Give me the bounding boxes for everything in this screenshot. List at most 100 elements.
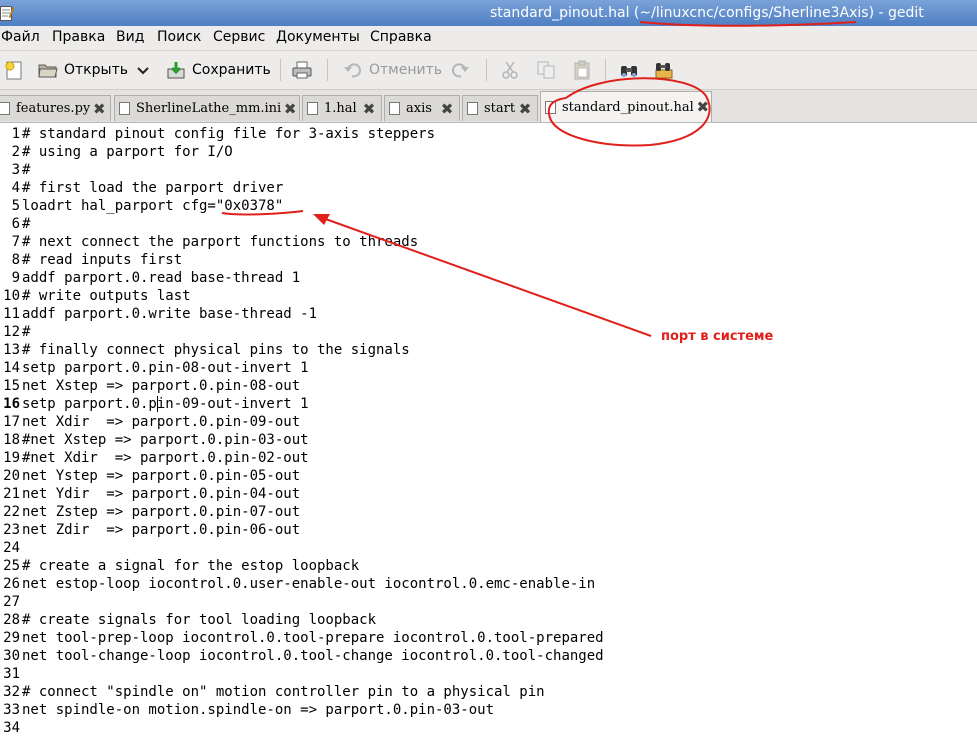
editor-line[interactable]: 23 net Zdir => parport.0.pin-06-out [0,521,977,539]
code-text[interactable]: # connect "spindle on" motion controller… [22,683,545,701]
code-text[interactable]: net spindle-on motion.spindle-on => parp… [22,701,494,719]
code-text[interactable]: loadrt hal_parport cfg="0x0378" [22,197,283,215]
editor-line[interactable]: 15 net Xstep => parport.0.pin-08-out [0,377,977,395]
code-text[interactable]: #net Xstep => parport.0.pin-03-out [22,431,309,449]
code-text[interactable]: # using a parport for I/O [22,143,233,161]
editor-line[interactable]: 19 #net Xdir => parport.0.pin-02-out [0,449,977,467]
menu-search[interactable]: Поиск [157,29,201,45]
code-text[interactable]: net Zstep => parport.0.pin-07-out [22,503,300,521]
copy-button[interactable] [536,57,556,83]
code-text[interactable]: net tool-prep-loop iocontrol.0.tool-prep… [22,629,604,647]
editor-line[interactable]: 34 [0,719,977,737]
code-text[interactable]: addf parport.0.write base-thread -1 [22,305,317,323]
editor-line[interactable]: 14 setp parport.0.pin-08-out-invert 1 [0,359,977,377]
find-button[interactable] [619,57,639,83]
editor-line[interactable]: 18 #net Xstep => parport.0.pin-03-out [0,431,977,449]
menu-file[interactable]: Файл [1,29,40,45]
code-text[interactable]: setp parport.0.pin-08-out-invert 1 [22,359,309,377]
editor-line[interactable]: 8 # read inputs first [0,251,977,269]
code-text[interactable]: # next connect the parport functions to … [22,233,418,251]
cut-button[interactable] [500,57,520,83]
editor-line[interactable]: 28 # create signals for tool loading loop… [0,611,977,629]
editor-line[interactable]: 29 net tool-prep-loop iocontrol.0.tool-pr… [0,629,977,647]
code-text[interactable]: # create signals for tool loading loopba… [22,611,376,629]
editor-line[interactable]: 16 setp parport.0.pin-09-out-invert 1 [0,395,977,413]
editor-line[interactable]: 13 # finally connect physical pins to the… [0,341,977,359]
code-text[interactable]: setp parport.0.pin-09-out-invert 1 [22,395,309,413]
editor-line[interactable]: 1 # standard pinout config file for 3-axi… [0,125,977,143]
open-recent-dropdown[interactable] [136,57,150,83]
tab-start[interactable]: start ✖ [462,95,538,121]
editor-line[interactable]: 27 [0,593,977,611]
editor-line[interactable]: 7 # next connect the parport functions to… [0,233,977,251]
editor-line[interactable]: 25 # create a signal for the estop loopba… [0,557,977,575]
close-tab-icon[interactable]: ✖ [438,100,456,118]
code-text[interactable]: net Ystep => parport.0.pin-05-out [22,467,300,485]
editor-line[interactable]: 17 net Xdir => parport.0.pin-09-out [0,413,977,431]
code-text[interactable]: net estop-loop iocontrol.0.user-enable-o… [22,575,595,593]
text-editor[interactable]: 1 # standard pinout config file for 3-axi… [0,123,977,739]
code-text[interactable]: #net Xdir => parport.0.pin-02-out [22,449,309,467]
editor-line[interactable]: 24 [0,539,977,557]
close-tab-icon[interactable]: ✖ [90,100,108,118]
editor-line[interactable]: 6 # [0,215,977,233]
editor-line[interactable]: 22 net Zstep => parport.0.pin-07-out [0,503,977,521]
close-tab-icon[interactable]: ✖ [516,100,534,118]
code-text[interactable]: net Zdir => parport.0.pin-06-out [22,521,300,539]
editor-line[interactable]: 31 [0,665,977,683]
paste-button[interactable] [572,57,592,83]
toolbar-separator [327,59,328,81]
menu-help[interactable]: Справка [370,29,432,45]
code-text[interactable]: # [22,215,30,233]
code-text[interactable]: # [22,161,30,179]
menu-edit[interactable]: Правка [52,29,105,45]
editor-line[interactable]: 26 net estop-loop iocontrol.0.user-enable… [0,575,977,593]
close-tab-icon[interactable]: ✖ [281,100,299,118]
code-text[interactable]: # read inputs first [22,251,182,269]
tab-features-py[interactable]: features.py ✖ [0,95,111,121]
tab-axis[interactable]: axis ✖ [384,95,460,121]
editor-line[interactable]: 10 # write outputs last [0,287,977,305]
editor-line[interactable]: 9 addf parport.0.read base-thread 1 [0,269,977,287]
editor-line[interactable]: 21 net Ydir => parport.0.pin-04-out [0,485,977,503]
code-text[interactable]: addf parport.0.read base-thread 1 [22,269,300,287]
code-text[interactable]: # finally connect physical pins to the s… [22,341,410,359]
redo-button[interactable] [450,57,470,83]
code-text[interactable]: # write outputs last [22,287,191,305]
new-document-button[interactable] [4,57,24,83]
editor-line[interactable]: 3 # [0,161,977,179]
code-text[interactable]: # first load the parport driver [22,179,283,197]
save-button[interactable]: Сохранить [166,57,271,83]
find-replace-button[interactable] [654,57,674,83]
code-text[interactable]: # create a signal for the estop loopback [22,557,359,575]
code-text[interactable]: net Ydir => parport.0.pin-04-out [22,485,300,503]
menu-documents[interactable]: Документы [276,29,360,45]
tab-1-hal[interactable]: 1.hal ✖ [302,95,382,121]
close-tab-icon[interactable]: ✖ [694,98,712,116]
menu-tools[interactable]: Сервис [213,29,265,45]
editor-line[interactable]: 32 # connect "spindle on" motion controll… [0,683,977,701]
tab-standard-pinout-hal[interactable]: standard_pinout.hal ✖ [540,91,712,122]
code-text[interactable]: net Xdir => parport.0.pin-09-out [22,413,300,431]
code-text[interactable]: # standard pinout config file for 3-axis… [22,125,435,143]
editor-line[interactable]: 30 net tool-change-loop iocontrol.0.tool-… [0,647,977,665]
open-button[interactable]: Открыть [38,57,128,83]
editor-line[interactable]: 11 addf parport.0.write base-thread -1 [0,305,977,323]
editor-line[interactable]: 12 # [0,323,977,341]
print-button[interactable] [292,57,312,83]
undo-button[interactable]: Отменить [343,57,442,83]
line-number: 17 [3,414,20,430]
code-text[interactable]: net tool-change-loop iocontrol.0.tool-ch… [22,647,604,665]
line-number: 2 [11,144,20,160]
editor-line[interactable]: 5 loadrt hal_parport cfg="0x0378" [0,197,977,215]
code-text[interactable]: net Xstep => parport.0.pin-08-out [22,377,300,395]
editor-line[interactable]: 33 net spindle-on motion.spindle-on => pa… [0,701,977,719]
code-text[interactable]: # [22,323,30,341]
tab-sherlinelathe-ini[interactable]: SherlineLathe_mm.ini ✖ [114,95,300,121]
editor-line[interactable]: 4 # first load the parport driver [0,179,977,197]
toolbar-separator [605,59,606,81]
close-tab-icon[interactable]: ✖ [360,100,378,118]
editor-line[interactable]: 2 # using a parport for I/O [0,143,977,161]
editor-line[interactable]: 20 net Ystep => parport.0.pin-05-out [0,467,977,485]
menu-view[interactable]: Вид [116,29,144,45]
